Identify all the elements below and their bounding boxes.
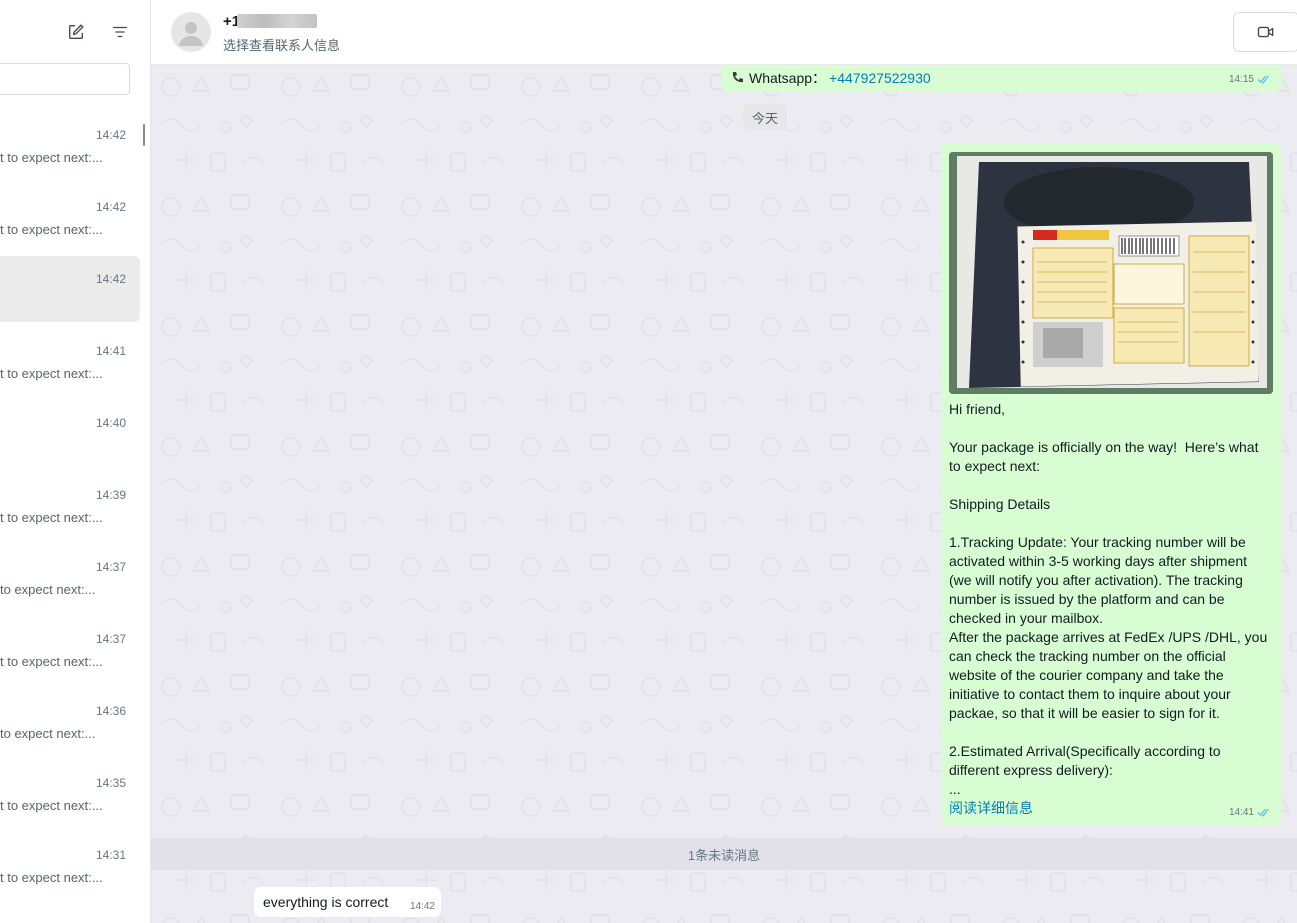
chat-list-item[interactable]: 14:31 t to expect next:... xyxy=(0,842,140,908)
chat-preview: t to expect next:... xyxy=(0,870,103,885)
message-intro: Your package is officially on the way! H… xyxy=(949,439,1263,474)
search-input[interactable] xyxy=(0,63,130,95)
chat-time: 14:42 xyxy=(95,272,126,286)
chat-list-item[interactable]: 14:36 to expect next:... xyxy=(0,698,140,764)
chat-preview: t to expect next:... xyxy=(0,654,103,669)
scrollbar-thumb[interactable] xyxy=(143,124,145,146)
telephone-icon xyxy=(732,72,743,83)
chat-time: 14:37 xyxy=(95,560,126,574)
message-text: Hi friend, Your package is officially on… xyxy=(949,400,1273,799)
package-photo-image xyxy=(949,152,1273,394)
message-meta: 14:41 xyxy=(1229,807,1271,818)
chat-preview: to expect next:... xyxy=(0,726,96,741)
chat-list-item-active[interactable]: 14:42 xyxy=(0,256,140,322)
chat-list-sidebar: 14:42 t to expect next:... 14:42 t to ex… xyxy=(0,0,151,923)
read-ticks-icon xyxy=(1257,808,1269,817)
outgoing-image-message[interactable]: Hi friend, Your package is officially on… xyxy=(941,143,1281,825)
default-avatar-icon xyxy=(179,22,203,46)
conversation-header: +1 选择查看联系人信息 xyxy=(151,0,1297,65)
message-time: 14:41 xyxy=(1228,807,1254,818)
filter-icon[interactable] xyxy=(110,22,130,42)
read-ticks-icon xyxy=(1257,75,1269,84)
chat-time: 14:39 xyxy=(95,488,126,502)
message-arrival: 2.Estimated Arrival(Specifically accordi… xyxy=(949,743,1221,797)
chat-time: 14:36 xyxy=(95,704,126,718)
whatsapp-label: Whatsapp： xyxy=(749,70,827,86)
outgoing-message[interactable]: Whatsapp： +447927522930 14:15 xyxy=(722,65,1281,92)
video-camera-icon xyxy=(1257,26,1274,38)
message-time: 14:42 xyxy=(409,901,435,912)
message-tracking: 1.Tracking Update: Your tracking number … xyxy=(949,534,1268,721)
chat-time: 14:41 xyxy=(95,344,126,358)
chat-preview: t to expect next:... xyxy=(0,510,103,525)
date-divider: 今天 xyxy=(743,104,787,130)
message-section-title: Shipping Details xyxy=(949,496,1051,512)
chat-list-item[interactable]: 14:41 t to expect next:... xyxy=(0,338,140,404)
chat-time: 14:35 xyxy=(95,776,126,790)
new-chat-icon[interactable] xyxy=(66,22,86,42)
chat-list-item[interactable]: 14:39 t to expect next:... xyxy=(0,482,140,548)
chat-list-item[interactable]: 14:42 t to expect next:... xyxy=(0,122,140,188)
contact-avatar[interactable] xyxy=(171,12,211,52)
package-photo[interactable] xyxy=(949,152,1273,394)
message-meta: 14:15 xyxy=(1229,74,1271,85)
chat-time: 14:31 xyxy=(95,848,126,862)
chat-preview: t to expect next:... xyxy=(0,150,103,165)
chat-list-item[interactable]: 14:35 t to expect next:... xyxy=(0,770,140,836)
unread-count-label: 1条未读消息 xyxy=(687,847,761,863)
read-more-link[interactable]: 阅读详细信息 xyxy=(949,798,1033,818)
message-text: Whatsapp： +447927522930 xyxy=(730,68,931,88)
unread-divider: 1条未读消息 xyxy=(151,838,1297,870)
chat-preview: t to expect next:... xyxy=(0,798,103,813)
chat-time: 14:42 xyxy=(95,200,126,214)
chat-list-item[interactable]: 14:37 t to expect next:... xyxy=(0,626,140,692)
chat-list-item[interactable]: 14:37 to expect next:... xyxy=(0,554,140,620)
message-pane[interactable]: Whatsapp： +447927522930 14:15 今天 Hi frie… xyxy=(151,65,1297,923)
chat-preview: t to expect next:... xyxy=(0,222,103,237)
contact-info-hint[interactable]: 选择查看联系人信息 xyxy=(223,35,340,54)
chat-time: 14:37 xyxy=(95,632,126,646)
phone-link[interactable]: +447927522930 xyxy=(829,70,931,86)
message-text: everything is correct xyxy=(263,894,389,910)
chat-time: 14:42 xyxy=(95,128,126,142)
chat-preview: to expect next:... xyxy=(0,582,96,597)
redacted-number xyxy=(237,14,317,28)
message-greeting: Hi friend, xyxy=(949,401,1006,417)
message-time: 14:15 xyxy=(1228,74,1254,85)
video-call-button[interactable] xyxy=(1233,12,1297,52)
chat-list-item[interactable]: 14:42 t to expect next:... xyxy=(0,194,140,260)
chat-time: 14:40 xyxy=(95,416,126,430)
chat-list-item[interactable]: 14:40 xyxy=(0,410,140,476)
chat-preview: t to expect next:... xyxy=(0,366,103,381)
incoming-message[interactable]: everything is correct 14:42 xyxy=(254,887,441,917)
